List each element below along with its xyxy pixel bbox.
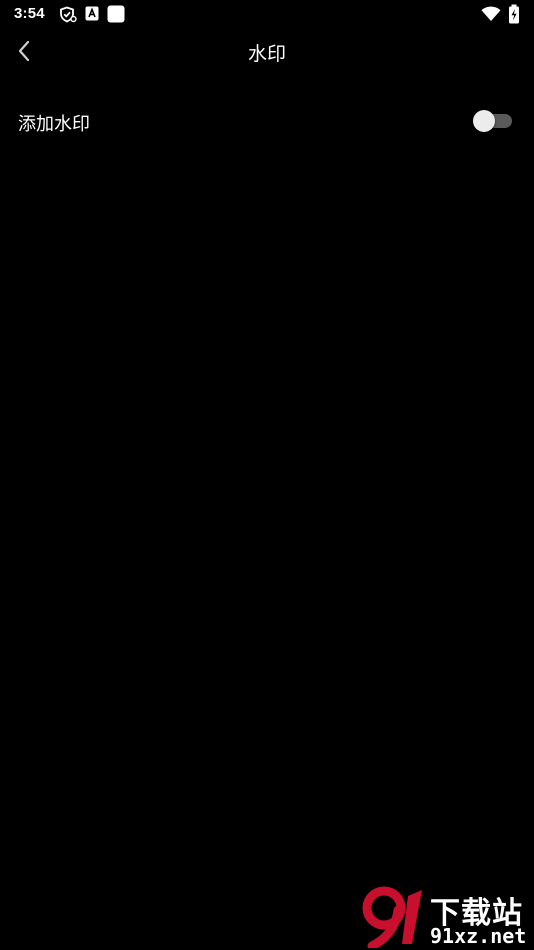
page-title: 水印 — [247, 43, 286, 65]
wifi-icon — [481, 6, 501, 22]
add-watermark-label: 添加水印 — [18, 114, 90, 135]
battery-charging-icon — [508, 4, 520, 24]
add-watermark-row[interactable]: 添加水印 — [0, 96, 534, 146]
toggle-thumb — [473, 110, 495, 132]
watermark-logo-icon — [362, 886, 430, 948]
status-time: 3:54 — [14, 5, 45, 22]
status-bar: 3:54 — [0, 0, 534, 28]
white-square-icon — [107, 5, 125, 23]
watermark-url-text: 91xz.net — [430, 924, 527, 948]
app-a-icon — [85, 6, 99, 21]
add-watermark-toggle[interactable] — [472, 110, 514, 132]
shield-check-icon — [59, 6, 77, 23]
site-watermark: 下载站 91xz.net — [362, 886, 532, 948]
app-header: 水印 — [0, 28, 534, 74]
